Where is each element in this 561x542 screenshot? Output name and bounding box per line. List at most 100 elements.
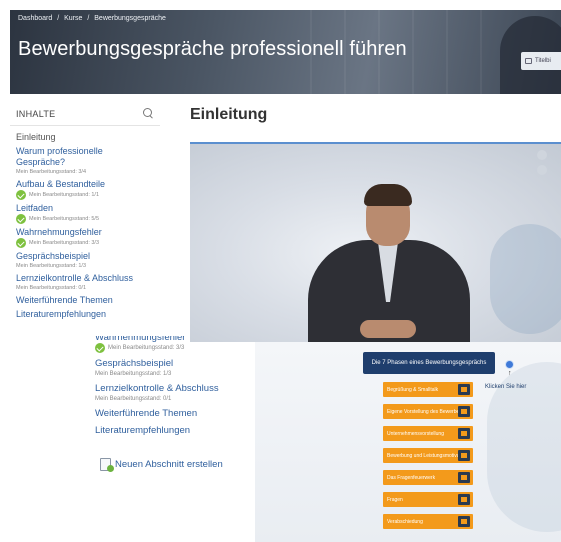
page-title: Bewerbungsgespräche professionell führen [18,38,407,60]
add-document-icon [100,458,114,472]
phase-item-label: Unternehmensvorstellung [387,430,444,437]
arrow-up-icon: ↑ [508,370,512,377]
new-section-button[interactable]: Neuen Abschnitt erstellen [100,458,223,472]
progress-text: Mein Bearbeitungsstand: 5/5 [29,216,100,222]
progress-text: Mein Bearbeitungsstand: 1/3 [16,263,87,269]
toc-item-leitfaden[interactable]: Leitfaden Mein Bearbeitungsstand: 5/5 [16,203,154,224]
phase-item-4[interactable]: Bewerbung und Leistungsmotivation [383,448,473,463]
search-icon[interactable] [143,108,154,119]
breadcrumb-dashboard[interactable]: Dashboard [18,15,52,22]
toc-item-title[interactable]: Einleitung [16,132,154,143]
toc-item-weiterfuehrende-themen[interactable]: Weiterführende Themen [16,295,154,306]
shield-graphic [490,224,561,334]
toc-item-wahrnehmungsfehler[interactable]: Wahrnehmungsfehler Mein Bearbeitungsstan… [16,227,154,248]
toc-item-status: Mein Bearbeitungsstand: 1/3 [95,370,255,378]
toc-item-status: Mein Bearbeitungsstand: 0/1 [16,284,154,292]
phase-item-3[interactable]: Unternehmensvorstellung [383,426,473,441]
check-icon [95,343,105,353]
toc-item-lernzielkontrolle[interactable]: Lernzielkontrolle & Abschluss Mein Bearb… [16,273,154,292]
title-chip-label: Titelbi [535,58,551,64]
toc-item-status: Mein Bearbeitungsstand: 5/5 [16,214,154,224]
phase-item-label: Fragen [387,496,403,503]
people-icon [458,494,470,505]
toc-item-title[interactable]: Lernzielkontrolle & Abschluss [95,383,255,395]
toc-item-status: Mein Bearbeitungsstand: 0/1 [95,395,255,403]
toc-item-status: Mein Bearbeitungsstand: 1/1 [16,190,154,200]
new-section-label: Neuen Abschnitt erstellen [115,459,223,470]
phase-item-2[interactable]: Eigene Vorstellung des Bewerbers [383,404,473,419]
toc-item-literaturempfehlungen[interactable]: Literaturempfehlungen [16,309,154,320]
presenter-hair [364,184,412,206]
course-header-banner: Dashboard / Kurse / Bewerbungsgespräche … [10,10,561,94]
phase-item-label: Bewerbung und Leistungsmotivation [387,452,468,459]
toc-item-gespraechsbeispiel[interactable]: Gesprächsbeispiel Mein Bearbeitungsstand… [16,251,154,270]
phase-diagram-header: Die 7 Phasen eines Bewerbungsgesprächs [363,352,495,374]
toc-item-title[interactable]: Literaturempfehlungen [95,425,255,437]
toc-item-title[interactable]: Weiterführende Themen [16,295,154,306]
phase-item-label: Das Fragenfeuerwerk [387,474,436,481]
breadcrumb-current: Bewerbungsgespräche [94,15,166,22]
image-icon [525,58,532,64]
progress-text: Mein Bearbeitungsstand: 1/1 [29,192,100,198]
presenter-hands [360,320,416,338]
phase-item-1[interactable]: Begrüßung & Smalltalk [383,382,473,397]
progress-text: Mein Bearbeitungsstand: 3/3 [29,240,100,246]
phase-item-label: Eigene Vorstellung des Bewerbers [387,408,464,415]
toc-item-status: Mein Bearbeitungsstand: 3/3 [95,343,255,353]
progress-text: Mein Bearbeitungsstand: 0/1 [16,285,87,291]
decorative-dots [537,150,547,180]
toc-item-einleitung[interactable]: Einleitung [16,132,154,143]
lower-toc-list: Wahrnehmungsfehler Mein Bearbeitungsstan… [95,336,255,442]
toc-item-lernzielkontrolle-lower[interactable]: Lernzielkontrolle & Abschluss Mein Bearb… [95,383,255,403]
toc-item-title[interactable]: Aufbau & Bestandteile [16,179,154,190]
progress-text: Mein Bearbeitungsstand: 0/1 [95,396,172,402]
toc-item-title[interactable]: Literaturempfehlungen [16,309,154,320]
check-icon [16,238,26,248]
phase-item-7[interactable]: Verabschiedung [383,514,473,529]
info-icon[interactable] [505,360,514,369]
toc-item-title[interactable]: Gesprächsbeispiel [95,358,255,370]
presenter-icon [458,406,470,417]
click-hint: Klicken Sie hier [485,384,527,390]
toc-item-warum[interactable]: Warum professionelle Gespräche? Mein Bea… [16,146,154,176]
toc-item-wahrnehmungsfehler-lower[interactable]: Mein Bearbeitungsstand: 3/3 [95,343,255,353]
phase-item-5[interactable]: Das Fragenfeuerwerk [383,470,473,485]
phase-item-label: Verabschiedung [387,518,423,525]
handshake-icon [458,384,470,395]
toc-item-title[interactable]: Gesprächsbeispiel [16,251,154,262]
checklist-icon [458,516,470,527]
sidebar: INHALTE Einleitung Warum professionelle … [10,100,160,323]
book-icon [458,450,470,461]
progress-text: Mein Bearbeitungsstand: 3/3 [108,345,185,351]
toc-item-aufbau[interactable]: Aufbau & Bestandteile Mein Bearbeitungss… [16,179,154,200]
content-title: Einleitung [190,106,268,123]
grid-icon [458,472,470,483]
phase-item-label: Begrüßung & Smalltalk [387,386,439,393]
sidebar-heading: INHALTE [16,108,56,119]
phase-diagram: Die 7 Phasen eines Bewerbungsgesprächs ↑… [255,342,561,542]
toc-item-title[interactable]: Weiterführende Themen [95,408,255,420]
table-of-contents: Einleitung Warum professionelle Gespräch… [10,126,160,320]
check-icon [16,214,26,224]
toc-item-weiterfuehrende-themen-lower[interactable]: Weiterführende Themen [95,408,255,420]
toc-item-title[interactable]: Warum professionelle Gespräche? [16,146,154,168]
title-image-button[interactable]: Titelbi [521,52,561,70]
team-icon [458,428,470,439]
progress-text: Mein Bearbeitungsstand: 3/4 [16,169,87,175]
breadcrumb-separator: / [87,15,90,22]
toc-item-title[interactable]: Lernzielkontrolle & Abschluss [16,273,154,284]
breadcrumb-kurse[interactable]: Kurse [64,15,82,22]
breadcrumb: Dashboard / Kurse / Bewerbungsgespräche [18,15,169,22]
sidebar-header: INHALTE [10,100,160,126]
toc-item-cut-title[interactable]: Wahrnehmungsfehler [95,336,255,343]
toc-item-title[interactable]: Wahrnehmungsfehler [16,227,154,238]
breadcrumb-separator: / [57,15,60,22]
toc-item-status: Mein Bearbeitungsstand: 3/3 [16,238,154,248]
check-icon [16,190,26,200]
toc-item-gespraechsbeispiel-lower[interactable]: Gesprächsbeispiel Mein Bearbeitungsstand… [95,358,255,378]
progress-text: Mein Bearbeitungsstand: 1/3 [95,371,172,377]
video-player[interactable] [190,142,561,342]
phase-item-6[interactable]: Fragen [383,492,473,507]
toc-item-literaturempfehlungen-lower[interactable]: Literaturempfehlungen [95,425,255,437]
toc-item-title[interactable]: Leitfaden [16,203,154,214]
